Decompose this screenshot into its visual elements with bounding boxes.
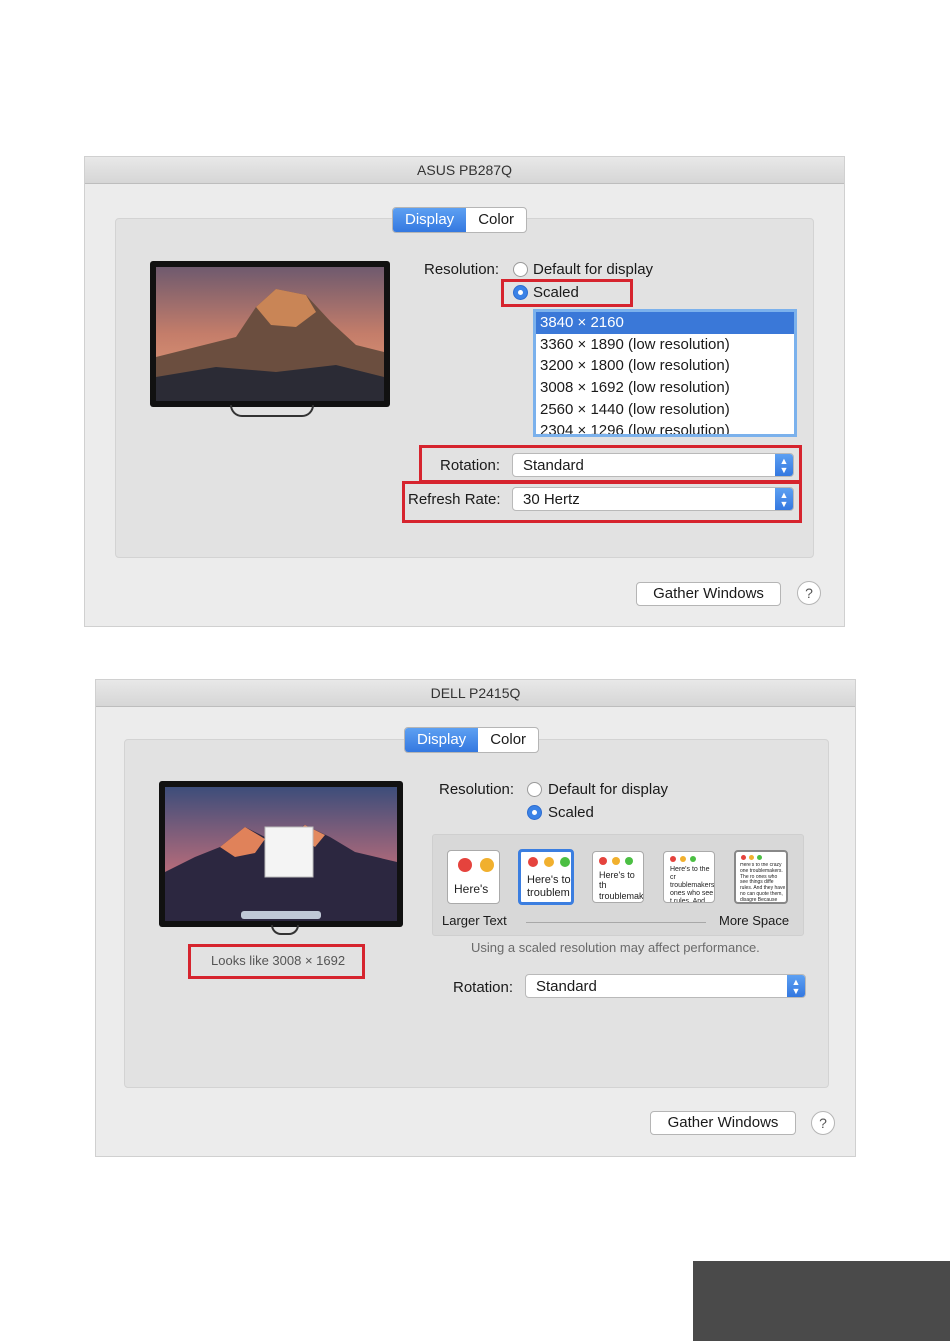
wallpaper-sierra bbox=[165, 787, 397, 921]
monitor-preview bbox=[159, 781, 403, 927]
display-prefs-window-dell: DELL P2415Q Display Color Looks like 300… bbox=[95, 679, 856, 1157]
default-for-display-label: Default for display bbox=[548, 781, 669, 798]
highlight-looks-like bbox=[188, 944, 365, 979]
thumb-text: Here's to th troublemak ones who bbox=[599, 870, 643, 902]
window-title: ASUS PB287Q bbox=[85, 157, 844, 184]
rotation-popup[interactable]: Standard ▲ ▼ bbox=[525, 974, 806, 998]
resolution-label: Resolution: bbox=[424, 261, 500, 278]
scaled-label: Scaled bbox=[548, 804, 594, 821]
close-dot-icon bbox=[670, 856, 676, 862]
display-prefs-window-asus: ASUS PB287Q Display Color Resolution: De… bbox=[84, 156, 845, 627]
close-dot-icon bbox=[458, 858, 472, 872]
performance-note: Using a scaled resolution may affect per… bbox=[471, 940, 760, 955]
minimize-dot-icon bbox=[612, 857, 620, 865]
minimize-dot-icon bbox=[480, 858, 494, 872]
thumb-text: Here's to the cr troublemakers ones who … bbox=[670, 866, 714, 903]
resolution-option[interactable]: 3200 × 1800 (low resolution) bbox=[536, 355, 794, 377]
gather-windows-button[interactable]: Gather Windows bbox=[650, 1111, 796, 1135]
highlight-rotation bbox=[419, 445, 802, 483]
scale-option-larger-text[interactable]: Here's bbox=[447, 850, 500, 904]
window-title: DELL P2415Q bbox=[96, 680, 855, 707]
resolution-option[interactable]: 2304 × 1296 (low resolution) bbox=[536, 420, 794, 434]
zoom-dot-icon bbox=[757, 855, 762, 860]
close-dot-icon bbox=[528, 857, 538, 867]
larger-text-label: Larger Text bbox=[442, 913, 507, 928]
radio-default-for-display[interactable] bbox=[513, 262, 528, 277]
thumb-text: Here's to troublem bbox=[527, 874, 571, 899]
monitor-preview bbox=[150, 261, 390, 407]
scale-option-3[interactable]: Here's to th troublemak ones who bbox=[592, 851, 644, 903]
resolution-label: Resolution: bbox=[439, 781, 515, 798]
thumb-text: Here's bbox=[454, 883, 489, 896]
minimize-dot-icon bbox=[544, 857, 554, 867]
tab-display[interactable]: Display bbox=[405, 728, 479, 752]
minimize-dot-icon bbox=[680, 856, 686, 862]
zoom-dot-icon bbox=[690, 856, 696, 862]
default-for-display-label: Default for display bbox=[533, 261, 654, 278]
wallpaper-yosemite bbox=[156, 267, 384, 401]
tab-segment: Display Color bbox=[392, 207, 528, 233]
close-dot-icon bbox=[741, 855, 746, 860]
close-dot-icon bbox=[599, 857, 607, 865]
rotation-label: Rotation: bbox=[453, 979, 514, 996]
resolution-option[interactable]: 2560 × 1440 (low resolution) bbox=[536, 399, 794, 421]
scale-slider-line bbox=[526, 922, 706, 923]
tab-color[interactable]: Color bbox=[478, 728, 538, 752]
resolution-option[interactable]: 3008 × 1692 (low resolution) bbox=[536, 377, 794, 399]
thumb-text: Here's to the crazy one troublemakers. T… bbox=[740, 863, 786, 903]
scale-option-2[interactable]: Here's to troublem bbox=[518, 849, 574, 905]
resolution-option[interactable]: 3360 × 1890 (low resolution) bbox=[536, 334, 794, 356]
monitor-stand bbox=[230, 405, 314, 417]
gather-windows-button[interactable]: Gather Windows bbox=[636, 582, 781, 606]
minimize-dot-icon bbox=[749, 855, 754, 860]
tab-display[interactable]: Display bbox=[393, 208, 467, 232]
radio-default-for-display[interactable] bbox=[527, 782, 542, 797]
tab-segment: Display Color bbox=[404, 727, 540, 753]
zoom-dot-icon bbox=[560, 857, 570, 867]
highlight-scaled bbox=[501, 279, 633, 307]
page-corner-block bbox=[693, 1261, 950, 1341]
scale-option-more-space[interactable]: Here's to the crazy one troublemakers. T… bbox=[734, 850, 788, 904]
tab-color[interactable]: Color bbox=[466, 208, 526, 232]
highlight-refresh-rate bbox=[402, 481, 802, 523]
rotation-value: Standard bbox=[536, 978, 597, 995]
more-space-label: More Space bbox=[719, 913, 790, 928]
help-icon[interactable]: ? bbox=[811, 1111, 835, 1135]
zoom-dot-icon bbox=[625, 857, 633, 865]
scale-option-4[interactable]: Here's to the cr troublemakers ones who … bbox=[663, 851, 715, 903]
popup-arrows-icon: ▲ ▼ bbox=[787, 975, 805, 997]
resolution-option[interactable]: 3840 × 2160 bbox=[536, 312, 794, 334]
help-icon[interactable]: ? bbox=[797, 581, 821, 605]
radio-scaled[interactable] bbox=[527, 805, 542, 820]
resolution-list[interactable]: 3840 × 2160 3360 × 1890 (low resolution)… bbox=[533, 309, 797, 437]
